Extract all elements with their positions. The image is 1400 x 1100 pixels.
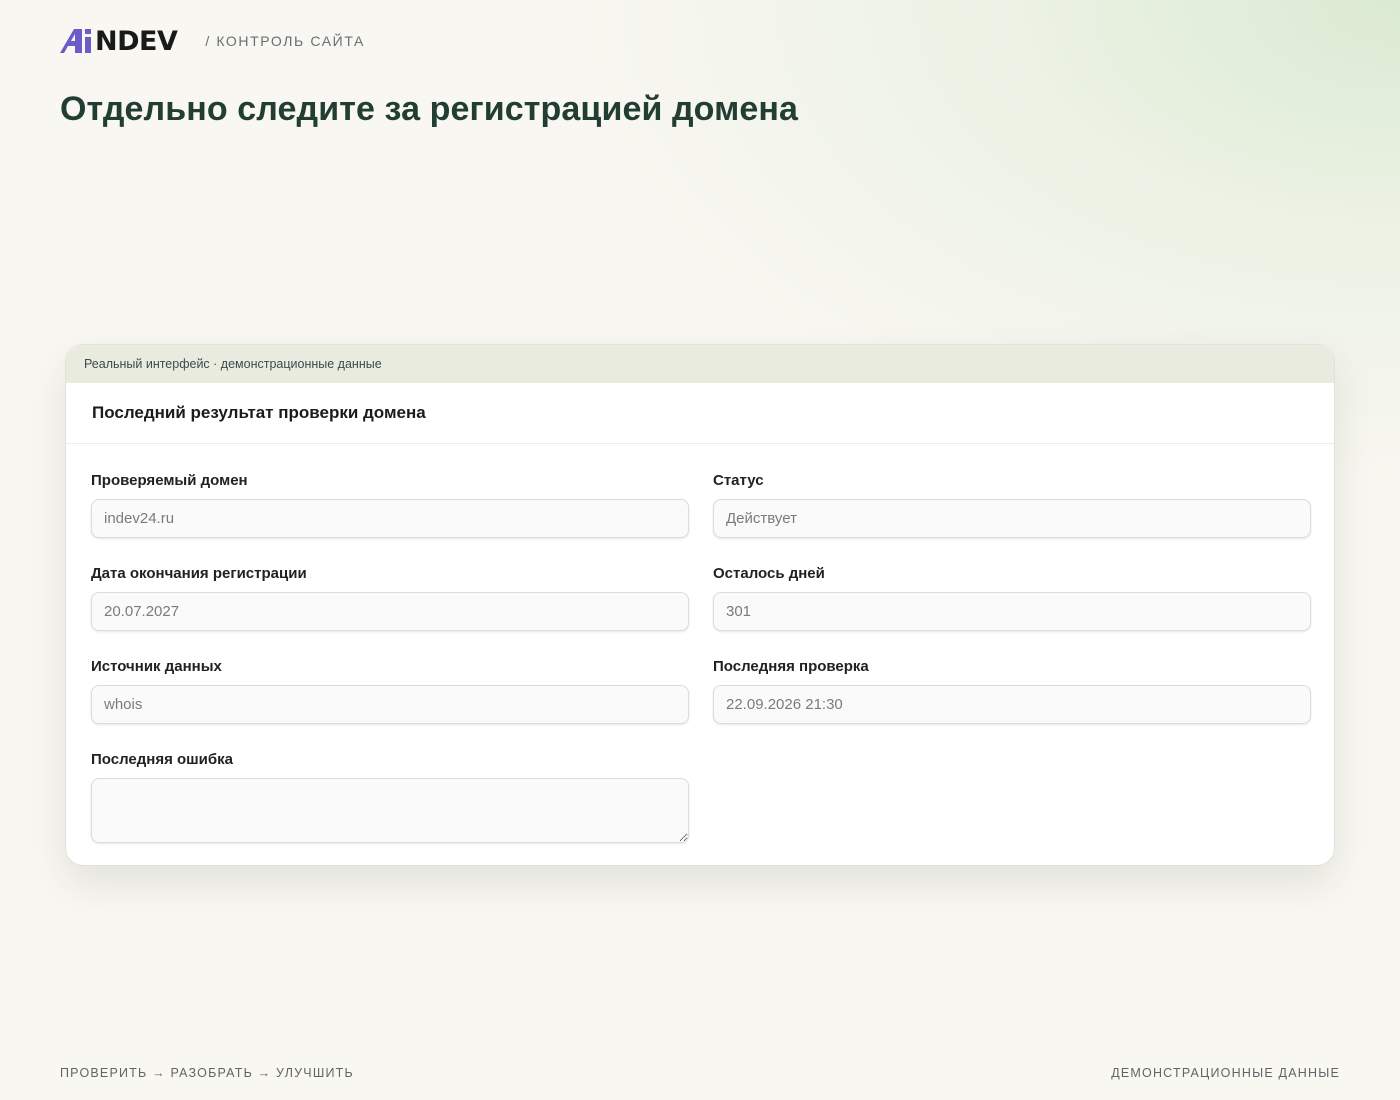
field-last-error: Последняя ошибка — [91, 751, 689, 843]
field-domain: Проверяемый домен — [91, 472, 689, 538]
domain-check-card: Реальный интерфейс · демонстрационные да… — [65, 344, 1335, 866]
field-last-check-label: Последняя проверка — [713, 658, 869, 675]
domain-input[interactable] — [91, 499, 689, 538]
page-title: Отдельно следите за регистрацией домена — [60, 90, 799, 128]
last-error-textarea[interactable] — [91, 778, 689, 843]
field-expiry-label: Дата окончания регистрации — [91, 565, 307, 582]
section-label: / КОНТРОЛЬ САЙТА — [205, 33, 365, 49]
field-days-left-label: Осталось дней — [713, 565, 825, 582]
brand-logo[interactable]: NDEV — [60, 25, 178, 57]
site-header: NDEV / КОНТРОЛЬ САЙТА — [60, 26, 365, 56]
field-domain-label: Проверяемый домен — [91, 472, 248, 489]
card-body: Последний результат проверки домена Пров… — [66, 383, 1334, 843]
field-status: Статус — [713, 472, 1311, 538]
status-input[interactable] — [713, 499, 1311, 538]
days-left-input[interactable] — [713, 592, 1311, 631]
expiry-date-input[interactable] — [91, 592, 689, 631]
field-source: Источник данных — [91, 658, 689, 724]
field-expiry: Дата окончания регистрации — [91, 565, 689, 631]
footer-demo-label: ДЕМОНСТРАЦИОННЫЕ ДАННЫЕ — [1111, 1066, 1340, 1080]
footer-steps: ПРОВЕРИТЬ → РАЗОБРАТЬ → УЛУЧШИТЬ — [60, 1066, 354, 1080]
last-check-input[interactable] — [713, 685, 1311, 724]
demo-strip: Реальный интерфейс · демонстрационные да… — [66, 345, 1334, 383]
field-days-left: Осталось дней — [713, 565, 1311, 631]
field-last-check: Последняя проверка — [713, 658, 1311, 724]
field-source-label: Источник данных — [91, 658, 222, 675]
field-status-label: Статус — [713, 472, 764, 489]
logo-wordmark: NDEV — [95, 25, 178, 57]
card-title: Последний результат проверки домена — [66, 383, 1334, 444]
logo-mark-icon — [60, 29, 91, 53]
data-source-input[interactable] — [91, 685, 689, 724]
field-last-error-label: Последняя ошибка — [91, 751, 234, 768]
